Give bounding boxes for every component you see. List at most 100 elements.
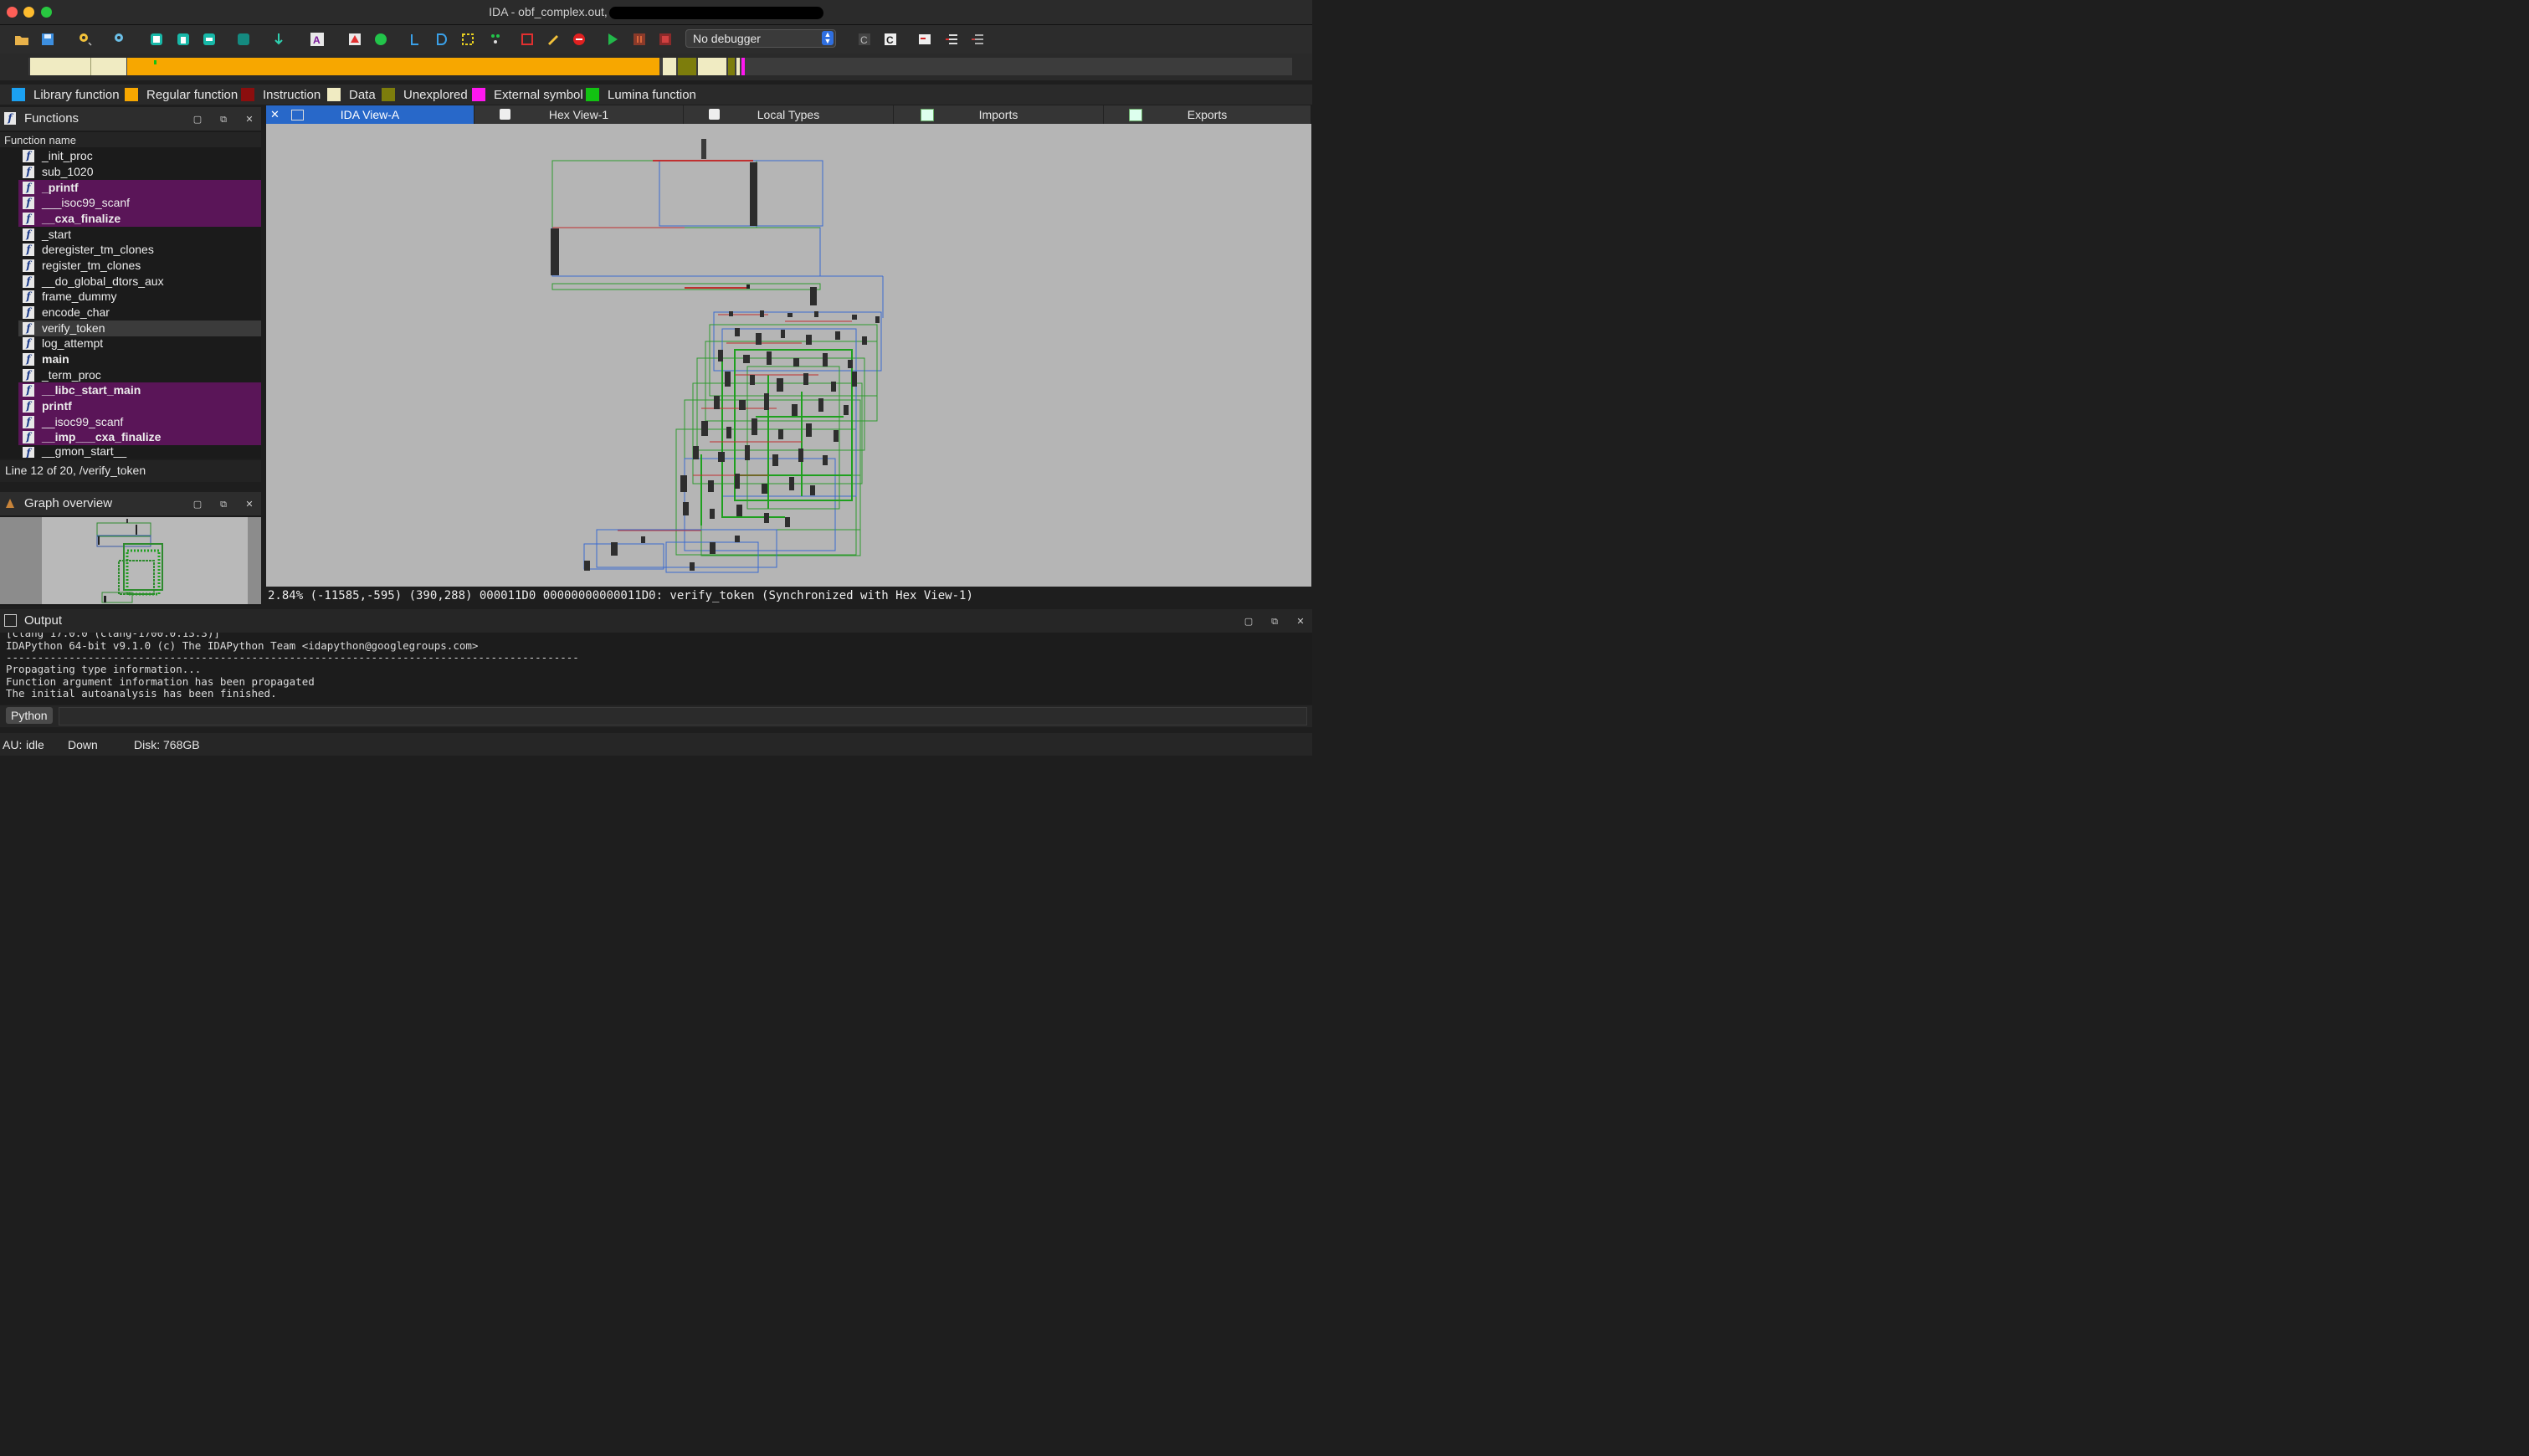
function-row[interactable]: f log_attempt: [18, 336, 261, 351]
jump-forward-icon[interactable]: [112, 32, 127, 47]
nav-segment-data-4: [736, 58, 740, 75]
function-icon: f: [23, 353, 34, 366]
struct-icon[interactable]: [202, 32, 217, 47]
tab-local-types[interactable]: Local Types: [684, 105, 894, 124]
function-row[interactable]: f __imp___cxa_finalize: [18, 429, 261, 445]
tab-exports[interactable]: Exports: [1104, 105, 1311, 124]
graph-node[interactable]: [551, 227, 821, 277]
graph-overview-canvas[interactable]: [0, 517, 261, 604]
maximize-icon[interactable]: ▢: [192, 500, 203, 510]
attach-icon[interactable]: C: [857, 32, 872, 47]
output-line: Propagating type information...: [6, 663, 202, 675]
legend-lumina-function: Lumina function: [586, 88, 696, 102]
function-row[interactable]: f __gmon_start__: [18, 445, 261, 458]
restore-icon[interactable]: ⧉: [1270, 617, 1280, 627]
tab-hex-view-1[interactable]: Hex View-1: [475, 105, 684, 124]
close-icon[interactable]: ✕: [244, 115, 254, 125]
output-log[interactable]: [clang 17.0.0 (clang-1700.0.13.3)] IDAPy…: [0, 633, 1312, 705]
function-row[interactable]: f frame_dummy: [18, 289, 261, 305]
enum-icon[interactable]: [236, 32, 251, 47]
graph-node[interactable]: [659, 160, 823, 227]
close-icon[interactable]: ✕: [244, 500, 254, 510]
function-row[interactable]: f _init_proc: [18, 148, 261, 164]
run-to-cursor-icon[interactable]: [460, 32, 475, 47]
legend-data: Data: [327, 88, 376, 102]
function-icon: f: [23, 431, 34, 443]
function-icon: f: [23, 275, 34, 288]
detach-icon[interactable]: C: [883, 32, 898, 47]
restore-icon[interactable]: ⧉: [218, 115, 228, 125]
open-icon[interactable]: [14, 32, 29, 47]
function-icon: f: [23, 244, 34, 256]
graph-view-canvas[interactable]: [266, 124, 1311, 587]
jump-icon[interactable]: [271, 32, 286, 47]
function-row[interactable]: f printf: [18, 398, 261, 414]
debugger-select-value: No debugger: [693, 32, 761, 45]
output-line: The initial autoanalysis has been finish…: [6, 687, 277, 700]
maximize-icon[interactable]: ▢: [1244, 617, 1254, 627]
function-name: frame_dummy: [42, 290, 117, 303]
function-row[interactable]: f _start: [18, 227, 261, 243]
debugger-select[interactable]: No debugger ▲ ▼: [685, 29, 836, 48]
function-row[interactable]: f encode_char: [18, 305, 261, 320]
maximize-icon[interactable]: ▢: [192, 115, 203, 125]
breakpoint-icon[interactable]: [347, 32, 362, 47]
function-row[interactable]: f sub_1020: [18, 164, 261, 180]
function-row[interactable]: f _term_proc: [18, 367, 261, 383]
function-name: _term_proc: [42, 368, 101, 382]
function-name-column-header[interactable]: Function name: [0, 132, 261, 147]
graph-node[interactable]: [701, 139, 706, 159]
python-command-row: Python: [0, 705, 1312, 727]
graph-status-text: 2.84% (-11585,-595) (390,288) 000011D0 0…: [268, 589, 973, 602]
function-row[interactable]: f __do_global_dtors_aux: [18, 274, 261, 290]
close-icon[interactable]: ✕: [1295, 617, 1306, 627]
tab-imports[interactable]: Imports: [894, 105, 1104, 124]
step-over-icon[interactable]: [434, 32, 449, 47]
function-name: __isoc99_scanf: [42, 415, 124, 428]
tree-icon[interactable]: [944, 32, 959, 47]
function-icon: f: [4, 112, 16, 125]
function-row[interactable]: f __cxa_finalize: [18, 211, 261, 227]
delete-icon[interactable]: [572, 32, 587, 47]
function-row[interactable]: f __isoc99_scanf: [18, 414, 261, 430]
python-command-input[interactable]: [59, 707, 1307, 725]
function-row[interactable]: f ___isoc99_scanf: [18, 195, 261, 211]
close-tab-icon[interactable]: ✕: [270, 105, 280, 124]
run-icon[interactable]: [373, 32, 388, 47]
python-language-button[interactable]: Python: [6, 707, 53, 724]
hex-view-icon: [500, 109, 510, 120]
function-icon: f: [23, 166, 34, 178]
edit-icon[interactable]: [546, 32, 561, 47]
pause-icon[interactable]: [632, 32, 647, 47]
graph-node[interactable]: [750, 162, 757, 226]
function-row[interactable]: f __libc_start_main: [18, 382, 261, 398]
function-name: register_tm_clones: [42, 259, 141, 272]
graph-node[interactable]: [551, 160, 757, 228]
trace-icon[interactable]: [490, 32, 505, 47]
collapse-icon[interactable]: [970, 32, 985, 47]
stop-icon[interactable]: [520, 32, 535, 47]
jump-back-icon[interactable]: [77, 32, 92, 47]
function-row[interactable]: f _printf: [18, 180, 261, 196]
function-row-selected[interactable]: f verify_token: [18, 320, 261, 336]
function-row[interactable]: f register_tm_clones: [18, 258, 261, 274]
play-icon[interactable]: [605, 32, 620, 47]
restore-icon[interactable]: ⧉: [218, 500, 228, 510]
save-icon[interactable]: [40, 32, 55, 47]
function-row[interactable]: f main: [18, 351, 261, 367]
stop-debug-icon[interactable]: [658, 32, 673, 47]
function-icon: f: [23, 322, 34, 335]
overview-offscreen-left: [0, 517, 42, 604]
function-row[interactable]: f deregister_tm_clones: [18, 242, 261, 258]
graph-node[interactable]: [551, 228, 559, 275]
tab-label: Hex View-1: [548, 108, 609, 121]
nav-segment-data-2: [663, 58, 676, 75]
tab-ida-view-a[interactable]: ✕ IDA View-A: [266, 105, 475, 124]
output-panel-title: Output: [24, 613, 63, 628]
hex-icon[interactable]: [176, 32, 191, 47]
step-into-icon[interactable]: [408, 32, 423, 47]
graph-icon[interactable]: [149, 32, 164, 47]
navigation-strip[interactable]: [28, 58, 1292, 75]
text-a-icon[interactable]: A: [310, 32, 325, 47]
list-icon[interactable]: [917, 32, 932, 47]
